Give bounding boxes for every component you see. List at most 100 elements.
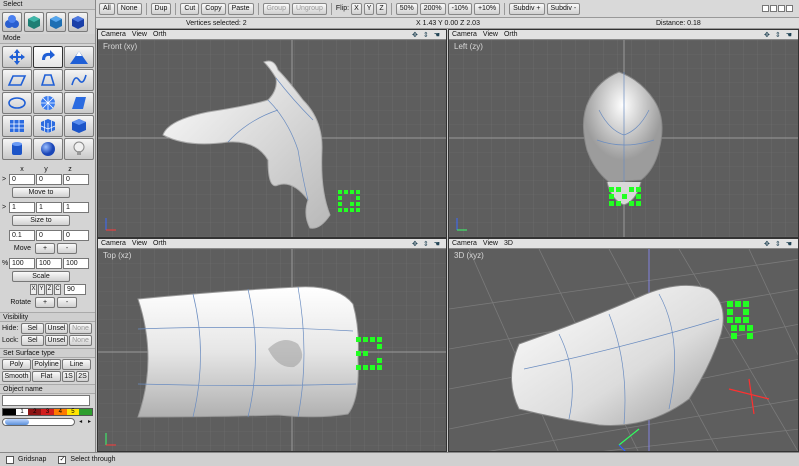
surface-polyline-button[interactable]: Polyline: [32, 359, 61, 370]
color-slider[interactable]: [2, 418, 76, 426]
rotate-tool[interactable]: [33, 46, 63, 68]
viewport-3d-mode-menu[interactable]: 3D: [504, 240, 513, 247]
layout-split-icon[interactable]: [770, 5, 777, 12]
add-light-tool[interactable]: [64, 138, 94, 160]
layout-tri-icon[interactable]: [786, 5, 793, 12]
rotate-axis-x[interactable]: X: [30, 284, 37, 295]
zoom-arrows-icon[interactable]: ⇕: [423, 31, 429, 39]
viewport-left-view-menu[interactable]: View: [483, 31, 498, 38]
paste-button[interactable]: Paste: [227, 2, 254, 15]
gridsnap-checkbox[interactable]: [6, 455, 14, 464]
scale-plus10-button[interactable]: +10%: [473, 2, 501, 15]
surface-2s-button[interactable]: 2S: [76, 371, 89, 382]
hide-sel-button[interactable]: Sel: [21, 323, 44, 334]
add-grid-tool[interactable]: [2, 115, 32, 137]
layout-single-icon[interactable]: [762, 5, 769, 12]
flip-y-button[interactable]: Y: [363, 2, 375, 15]
add-cylinder-tool[interactable]: [2, 138, 32, 160]
select-face-tool[interactable]: [24, 12, 44, 32]
select-object-tool[interactable]: [68, 12, 88, 32]
viewport-left-camera-menu[interactable]: Camera: [452, 31, 477, 38]
rotate-axis-y[interactable]: Y: [38, 284, 45, 295]
scale-z-field[interactable]: 100: [63, 258, 89, 269]
hide-none-button[interactable]: None: [69, 323, 92, 334]
surface-poly-button[interactable]: Poly: [2, 359, 31, 370]
add-box-grid-tool[interactable]: [33, 115, 63, 137]
object-name-input[interactable]: [2, 395, 90, 406]
viewport-front-mode-menu[interactable]: Orth: [153, 31, 167, 38]
add-plane-tool[interactable]: [64, 92, 94, 114]
copy-button[interactable]: Copy: [201, 2, 226, 15]
viewport-left[interactable]: Camera View Orth ✥ ⇕ ☚ Left (zy): [448, 29, 799, 238]
viewport-front[interactable]: Camera View Orth ✥ ⇕ ☚ Front (xy): [97, 29, 447, 238]
surface-flat-button[interactable]: Flat: [32, 371, 61, 382]
zoom-arrows-icon[interactable]: ⇕: [775, 240, 781, 248]
lock-sel-button[interactable]: Sel: [21, 335, 44, 346]
viewport-top-camera-menu[interactable]: Camera: [101, 240, 126, 247]
scale-tool[interactable]: [64, 46, 94, 68]
bend-tool[interactable]: [2, 69, 32, 91]
select-through-checkbox[interactable]: ✓: [58, 455, 67, 464]
add-disc-tool[interactable]: [33, 92, 63, 114]
move-tool[interactable]: [2, 46, 32, 68]
palette-swatch[interactable]: 2: [28, 409, 42, 415]
slider-left-arrow-icon[interactable]: ◂: [77, 418, 84, 426]
viewport-top-mode-menu[interactable]: Orth: [153, 240, 167, 247]
select-vertex-tool[interactable]: [2, 12, 22, 32]
taper-tool[interactable]: [33, 69, 63, 91]
subdiv-minus-button[interactable]: Subdiv -: [546, 2, 581, 15]
viewport-3d[interactable]: Camera View 3D ✥ ⇕ ☚ 3D (xyz): [448, 238, 799, 452]
rotate-minus-button[interactable]: -: [57, 297, 77, 308]
lock-none-button[interactable]: None: [69, 335, 92, 346]
viewport-top[interactable]: Camera View Orth ✥ ⇕ ☚ Top (xz): [97, 238, 447, 452]
lock-unsel-button[interactable]: Unsel: [45, 335, 68, 346]
surface-1s-button[interactable]: 1S: [62, 371, 75, 382]
hide-unsel-button[interactable]: Unsel: [45, 323, 68, 334]
flip-z-button[interactable]: Z: [376, 2, 387, 15]
palette-swatch[interactable]: 3: [41, 409, 54, 415]
pan-arrows-icon[interactable]: ✥: [764, 240, 770, 248]
flip-x-button[interactable]: X: [351, 2, 362, 15]
scale-minus10-button[interactable]: -10%: [447, 2, 472, 15]
pan-arrows-icon[interactable]: ✥: [412, 240, 418, 248]
size-to-x-field[interactable]: 1: [9, 202, 35, 213]
move-plus-button[interactable]: +: [35, 243, 55, 254]
rotate-axis-c[interactable]: C: [54, 284, 61, 295]
camera-icon[interactable]: ☚: [786, 240, 792, 248]
move-x-field[interactable]: 0.1: [9, 230, 35, 241]
viewport-left-canvas[interactable]: [449, 40, 799, 238]
move-to-x-field[interactable]: 0: [9, 174, 35, 185]
move-z-field[interactable]: 0: [63, 230, 89, 241]
rotate-angle-field[interactable]: 90: [64, 284, 86, 295]
group-button[interactable]: Group: [262, 2, 290, 15]
palette-swatch[interactable]: [79, 409, 93, 415]
rotate-axis-z[interactable]: Z: [46, 284, 53, 295]
add-sphere-tool[interactable]: [33, 138, 63, 160]
camera-icon[interactable]: ☚: [434, 31, 440, 39]
viewport-3d-camera-menu[interactable]: Camera: [452, 240, 477, 247]
move-minus-button[interactable]: -: [57, 243, 77, 254]
scale-x-field[interactable]: 100: [9, 258, 35, 269]
pan-arrows-icon[interactable]: ✥: [412, 31, 418, 39]
palette-swatch[interactable]: [3, 409, 16, 415]
slider-thumb[interactable]: [5, 419, 29, 425]
select-edge-tool[interactable]: [46, 12, 66, 32]
select-none-button[interactable]: None: [116, 2, 142, 15]
viewport-3d-canvas[interactable]: [449, 249, 799, 452]
viewport-front-camera-menu[interactable]: Camera: [101, 31, 126, 38]
slider-right-arrow-icon[interactable]: ▸: [86, 418, 93, 426]
surface-smooth-button[interactable]: Smooth: [2, 371, 31, 382]
move-to-z-field[interactable]: 0: [63, 174, 89, 185]
layout-quad-icon[interactable]: [778, 5, 785, 12]
viewport-front-canvas[interactable]: [98, 40, 447, 238]
select-all-button[interactable]: All: [99, 2, 115, 15]
duplicate-button[interactable]: Dup: [150, 2, 172, 15]
scale-y-field[interactable]: 100: [36, 258, 62, 269]
scale-200-button[interactable]: 200%: [419, 2, 446, 15]
camera-icon[interactable]: ☚: [786, 31, 792, 39]
viewport-3d-view-menu[interactable]: View: [483, 240, 498, 247]
palette-swatch[interactable]: 5: [66, 409, 80, 415]
ungroup-button[interactable]: Ungroup: [291, 2, 327, 15]
pan-arrows-icon[interactable]: ✥: [764, 31, 770, 39]
surface-line-button[interactable]: Line: [62, 359, 91, 370]
